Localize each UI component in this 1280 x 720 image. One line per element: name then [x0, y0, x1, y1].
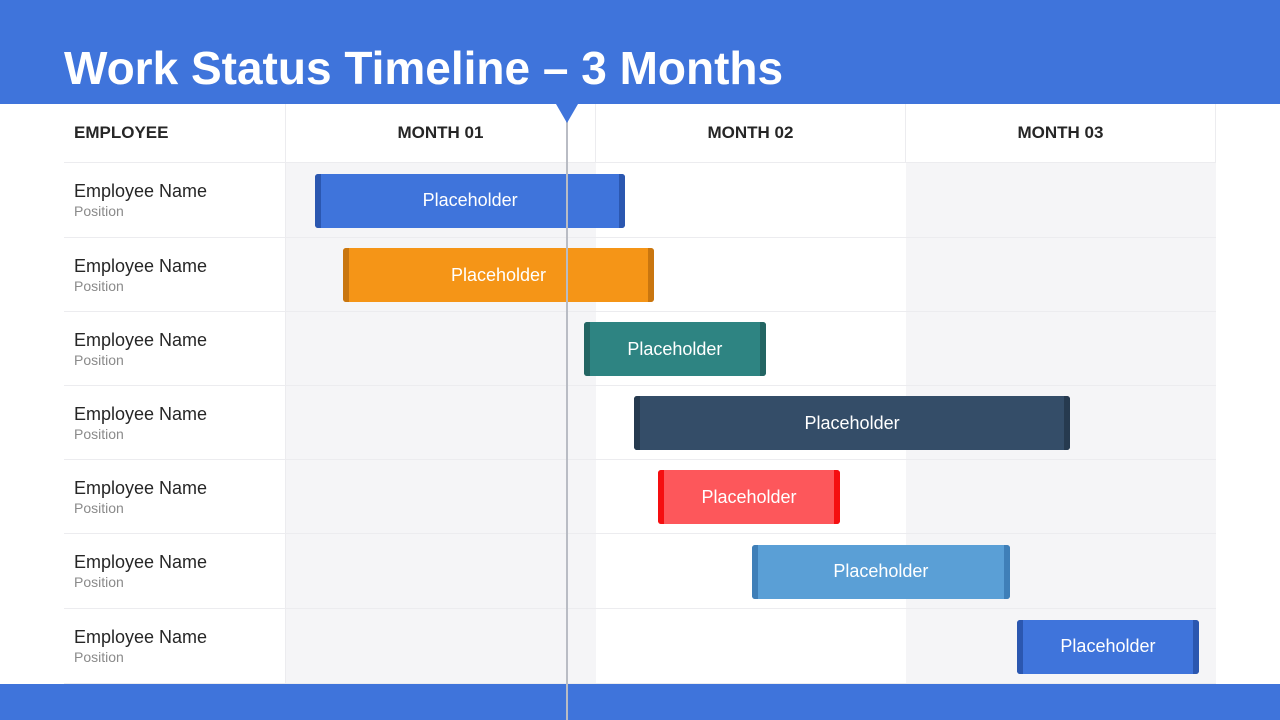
employee-name: Employee Name [74, 403, 208, 424]
employee-position: Position [74, 649, 124, 665]
task-bar[interactable]: Placeholder [1016, 619, 1199, 674]
table-row: Employee Name Position Placeholder [64, 460, 1216, 534]
timeline-table: EMPLOYEE MONTH 01 MONTH 02 MONTH 03 Empl… [64, 104, 1216, 684]
month-02-header: MONTH 02 [596, 104, 906, 163]
current-date-line [565, 104, 568, 720]
month-03-header: MONTH 03 [906, 104, 1216, 163]
employee-name: Employee Name [74, 181, 208, 201]
table-row: Employee Name Position Placeholder [64, 238, 1216, 312]
table-row: Employee Name Position Placeholder [64, 534, 1216, 609]
footer-band [0, 684, 1280, 720]
bar-left-edge [315, 173, 322, 228]
table-row: Employee Name Position Placeholder [64, 609, 1216, 684]
employee-cell: Employee Name Position [64, 534, 286, 608]
bar-right-edge [619, 173, 626, 228]
page-title: Work Status Timeline – 3 Months [64, 42, 784, 94]
employee-position: Position [74, 351, 124, 368]
bar-left-edge [751, 544, 758, 599]
task-bar[interactable]: Placeholder [583, 322, 766, 376]
table-row: Employee Name Position Placeholder [64, 163, 1216, 238]
task-bar[interactable]: Placeholder [315, 173, 626, 228]
employee-column-header: EMPLOYEE [64, 104, 286, 163]
bar-left-edge [343, 248, 350, 302]
employee-name: Employee Name [74, 627, 208, 647]
task-bar[interactable]: Placeholder [658, 470, 840, 524]
bar-right-edge [759, 322, 766, 376]
task-bar-label: Placeholder [627, 338, 723, 359]
task-bar-label: Placeholder [450, 264, 547, 285]
employee-position: Position [74, 203, 124, 219]
bar-right-edge [1003, 544, 1010, 599]
bar-left-edge [583, 322, 590, 376]
task-bar[interactable]: Placeholder [634, 396, 1070, 450]
bar-left-edge [658, 470, 664, 524]
employee-position: Position [74, 425, 124, 442]
employee-cell: Employee Name Position [64, 609, 286, 683]
employee-position: Position [74, 277, 124, 294]
task-bar-label: Placeholder [833, 561, 929, 581]
employee-cell: Employee Name Position [64, 163, 286, 237]
task-bar-label: Placeholder [422, 190, 518, 210]
table-row: Employee Name Position Placeholder [64, 312, 1216, 386]
employee-cell: Employee Name Position [64, 238, 286, 311]
slide: Work Status Timeline – 3 Months EMPLOYEE… [0, 0, 1280, 720]
current-date-marker-icon [555, 104, 578, 123]
bar-left-edge [1016, 619, 1023, 674]
table-row: Employee Name Position Placeholder [64, 386, 1216, 460]
employee-cell: Employee Name Position [64, 386, 286, 459]
task-bar-label: Placeholder [1060, 636, 1156, 656]
employee-cell: Employee Name Position [64, 312, 286, 385]
employee-name: Employee Name [74, 552, 208, 572]
month-01-header: MONTH 01 [286, 104, 596, 163]
employee-name: Employee Name [74, 255, 208, 276]
employee-name: Employee Name [74, 329, 208, 350]
task-bar[interactable]: Placeholder [751, 544, 1010, 599]
employee-cell: Employee Name Position [64, 460, 286, 533]
bar-right-edge [1063, 396, 1070, 450]
employee-position: Position [74, 574, 124, 590]
task-bar-label: Placeholder [804, 412, 900, 433]
task-bar[interactable]: Placeholder [343, 248, 654, 302]
bar-right-edge [647, 248, 654, 302]
bar-right-edge [833, 470, 840, 524]
task-bar-label: Placeholder [701, 486, 797, 507]
employee-position: Position [74, 499, 124, 516]
employee-name: Employee Name [74, 477, 208, 498]
bar-right-edge [1192, 619, 1199, 674]
bar-left-edge [634, 396, 641, 450]
